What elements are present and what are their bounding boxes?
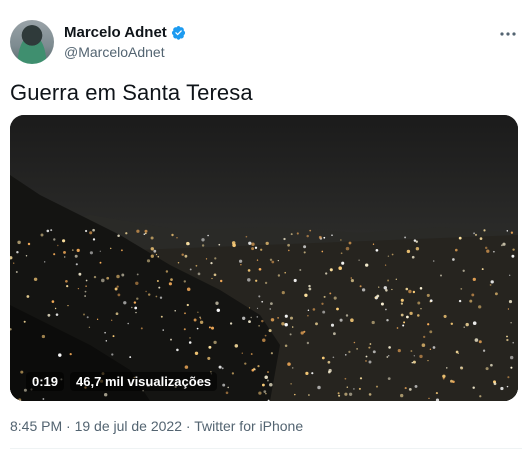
- verified-badge-icon: [171, 25, 185, 40]
- author-handle[interactable]: @MarceloAdnet: [64, 44, 165, 60]
- author-name[interactable]: Marcelo Adnet: [64, 24, 167, 41]
- more-options-icon[interactable]: [498, 24, 518, 44]
- tweet-timestamp[interactable]: 8:45 PM · 19 de jul de 2022 · Twitter fo…: [10, 418, 303, 434]
- avatar[interactable]: [10, 20, 54, 64]
- divider: [10, 448, 522, 449]
- video-duration: 0:19: [26, 372, 65, 391]
- video-views: 46,7 mil visualizações: [70, 372, 218, 391]
- tweet-text: Guerra em Santa Teresa: [10, 80, 253, 105]
- video-info-overlay: 0:19 46,7 mil visualizações: [26, 372, 218, 391]
- author-name-row: Marcelo Adnet: [64, 24, 186, 41]
- video-player[interactable]: 0:19 46,7 mil visualizações: [10, 115, 518, 401]
- video-thumbnail: [10, 115, 518, 401]
